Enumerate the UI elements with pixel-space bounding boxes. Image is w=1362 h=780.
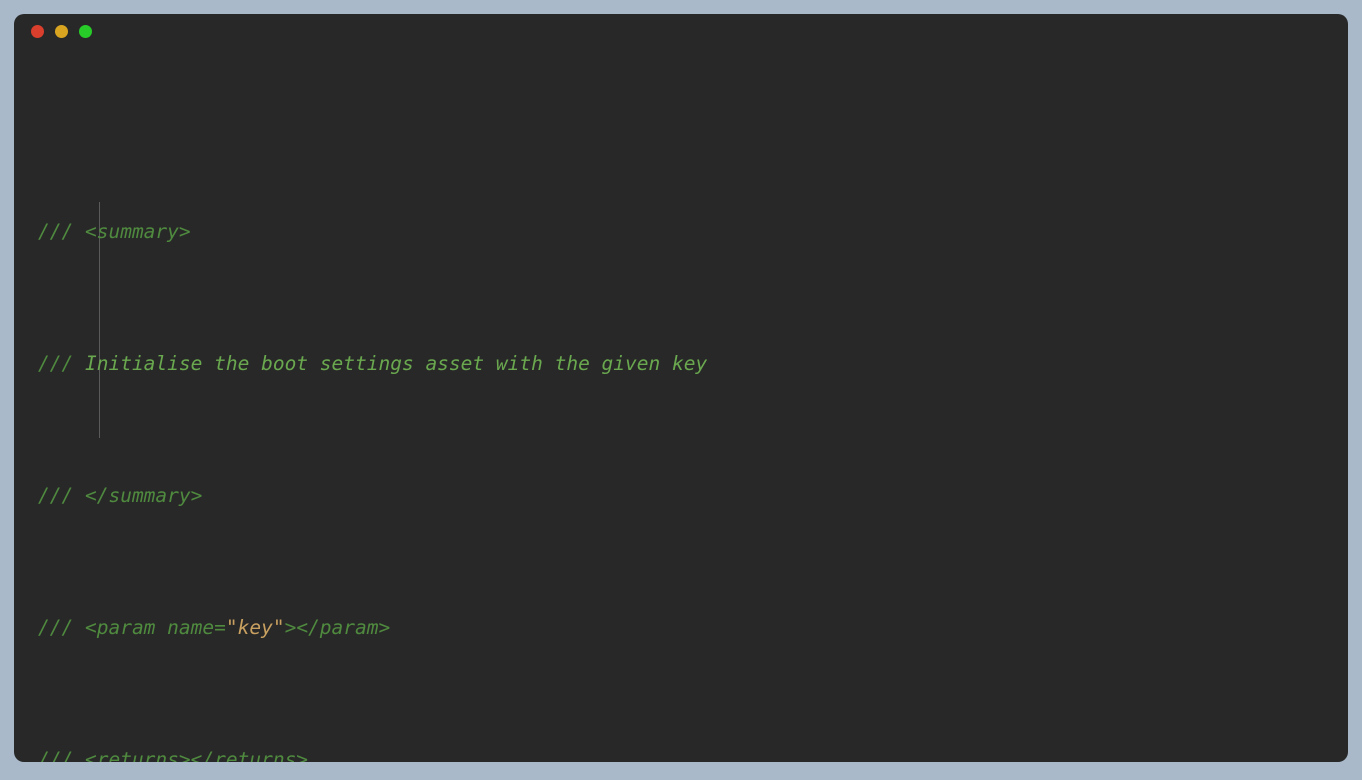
- comment-text: Initialise the boot settings asset with …: [84, 352, 708, 375]
- minimize-icon[interactable]: [55, 25, 68, 38]
- xml-tag-param-open: <param name=: [84, 616, 226, 639]
- comment-slashes: ///: [38, 748, 74, 762]
- code-editor-window: /// <summary> /// Initialise the boot se…: [14, 14, 1348, 762]
- xml-tag-summary-open: <summary>: [84, 220, 191, 243]
- comment-slashes: ///: [38, 484, 74, 507]
- code-line[interactable]: /// </summary>: [14, 479, 1348, 512]
- code-content[interactable]: /// <summary> /// Initialise the boot se…: [14, 50, 1348, 762]
- code-line[interactable]: /// <returns></returns>: [14, 743, 1348, 762]
- comment-slashes: ///: [38, 220, 74, 243]
- xml-tag-summary-close: </summary>: [84, 484, 203, 507]
- code-line[interactable]: /// <param name="key"></param>: [14, 611, 1348, 644]
- xml-tag-param-close: </param>: [296, 616, 391, 639]
- code-line[interactable]: /// <summary>: [14, 215, 1348, 248]
- code-line[interactable]: /// Initialise the boot settings asset w…: [14, 347, 1348, 380]
- comment-slashes: ///: [38, 352, 74, 375]
- close-icon[interactable]: [31, 25, 44, 38]
- maximize-icon[interactable]: [79, 25, 92, 38]
- xml-attr-value: "key": [225, 616, 285, 639]
- comment-slashes: ///: [38, 616, 74, 639]
- xml-tag-returns: <returns></returns>: [84, 748, 309, 762]
- xml-tag-gt: >: [284, 616, 297, 639]
- window-titlebar[interactable]: [14, 14, 1348, 50]
